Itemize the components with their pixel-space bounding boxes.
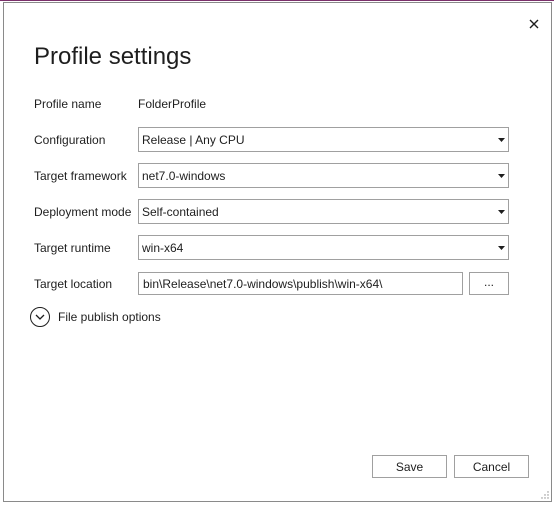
profile-settings-dialog: Profile settings Profile name FolderProf… [3,2,552,502]
resize-grip-icon[interactable] [541,491,549,499]
deployment-mode-value: Self-contained [142,204,219,219]
configuration-value: Release | Any CPU [142,132,245,147]
target-runtime-dropdown[interactable]: win-x64 [138,235,509,260]
target-framework-label: Target framework [34,169,127,183]
profile-name-label: Profile name [34,97,102,111]
profile-name-value: FolderProfile [138,97,207,111]
dialog-title: Profile settings [34,43,192,70]
chevron-down-icon [494,128,508,151]
configuration-label: Configuration [34,133,106,147]
target-runtime-label: Target runtime [34,241,111,255]
target-location-input[interactable] [138,272,463,295]
target-location-label: Target location [34,277,113,291]
target-framework-value: net7.0-windows [142,168,226,183]
deployment-mode-dropdown[interactable]: Self-contained [138,199,509,224]
file-publish-options-label: File publish options [58,310,161,324]
file-publish-options-expander[interactable]: File publish options [30,306,161,328]
chevron-down-icon [494,164,508,187]
browse-button[interactable]: ... [469,272,509,295]
close-icon [529,19,539,29]
chevron-down-icon [494,200,508,223]
deployment-mode-label: Deployment mode [34,205,132,219]
save-button[interactable]: Save [372,455,447,478]
close-button[interactable] [525,15,543,33]
chevron-down-icon [494,236,508,259]
chevron-down-circle-icon [30,307,50,327]
target-framework-dropdown[interactable]: net7.0-windows [138,163,509,188]
cancel-button[interactable]: Cancel [454,455,529,478]
target-runtime-value: win-x64 [142,240,184,255]
configuration-dropdown[interactable]: Release | Any CPU [138,127,509,152]
